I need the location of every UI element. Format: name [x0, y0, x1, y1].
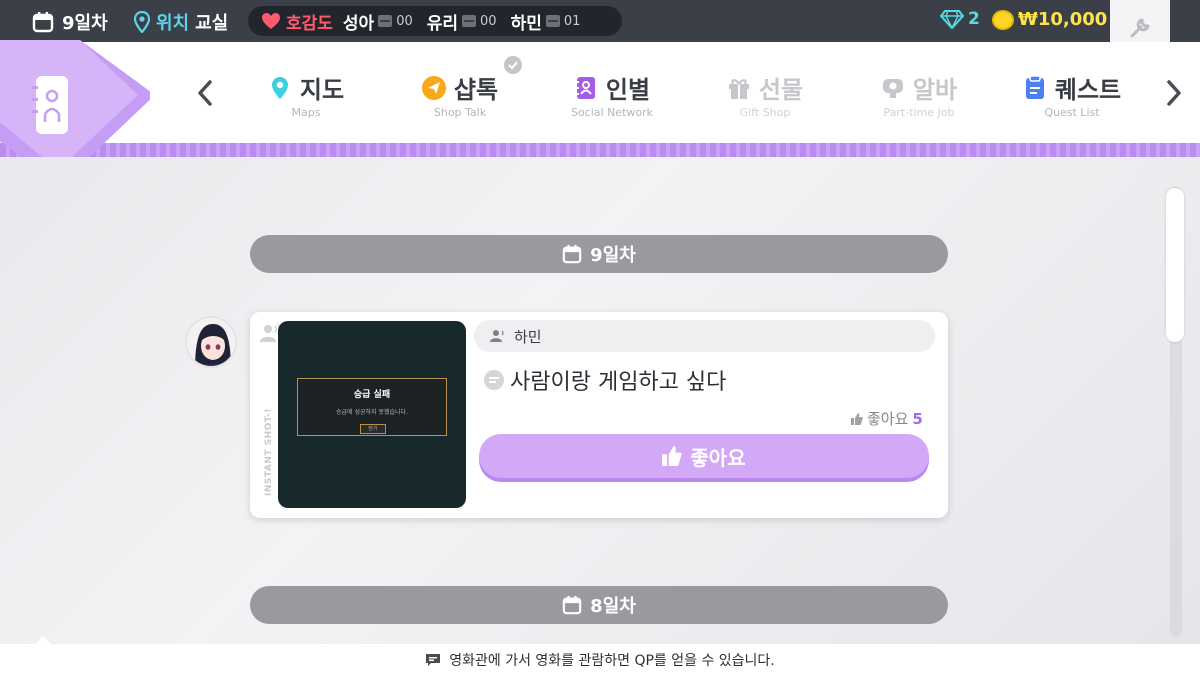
day-header-8: 8일차	[250, 586, 948, 624]
thumbs-up-icon	[851, 412, 863, 425]
post-message: 사람이랑 게임하고 싶다	[484, 364, 726, 396]
affinity-item-hamin: 하민 01	[510, 13, 581, 34]
gem-counter: 2	[940, 9, 980, 29]
chevron-right-icon	[1167, 80, 1181, 106]
affinity-chip-icon	[462, 15, 477, 27]
speech-bubble-icon	[484, 370, 504, 390]
message-icon	[426, 653, 441, 666]
screenshot-dialog: 승급 실패 승급에 성공하지 못했습니다. 닫기	[297, 378, 447, 436]
instant-shot-label: INSTANT SHOT-!	[264, 408, 274, 496]
nav-item-maps[interactable]: 지도 Maps	[236, 70, 376, 122]
phone-menu-emblem[interactable]	[0, 0, 150, 180]
nav-item-gift-shop[interactable]: 선물 Gift Shop	[695, 70, 835, 122]
tip-bar: 영화관에 가서 영화를 관람하면 QP를 얻을 수 있습니다.	[0, 644, 1200, 675]
affinity-item-yuri: 유리 00	[426, 13, 497, 34]
like-count: 좋아요 5	[851, 408, 923, 429]
nav-next-arrow[interactable]	[1162, 76, 1186, 110]
coin-icon	[992, 9, 1014, 30]
day-header-9: 9일차	[250, 235, 948, 273]
like-button[interactable]: 좋아요	[479, 434, 929, 478]
nav-prev-arrow[interactable]	[193, 76, 217, 110]
check-icon	[504, 56, 522, 74]
calendar-icon	[562, 595, 582, 615]
calendar-icon	[562, 244, 582, 264]
scrollbar-thumb[interactable]	[1166, 188, 1184, 342]
wrench-icon	[1130, 18, 1150, 38]
post-author: 하민	[474, 320, 935, 352]
nav-item-quest-list[interactable]: 퀘스트 Quest List	[1002, 70, 1142, 122]
heart-hands-icon	[262, 13, 280, 29]
social-notebook-icon	[574, 76, 595, 99]
gift-icon	[728, 78, 749, 99]
chevron-left-icon	[198, 80, 212, 106]
affinity-title: 호감도	[260, 9, 333, 34]
location-label: 위치	[156, 13, 190, 34]
map-pin-icon	[271, 76, 288, 99]
money-counter: ₩10,000	[992, 9, 1107, 30]
clipboard-icon	[1025, 75, 1044, 99]
affinity-panel: 호감도 성아 00 유리 00 하민 01	[248, 6, 622, 36]
speaker-person-icon	[490, 330, 504, 342]
affinity-chip-icon	[545, 15, 560, 27]
affinity-chip-icon	[378, 15, 393, 27]
paper-plane-icon	[421, 75, 446, 100]
nav-item-shop-talk[interactable]: 샵톡 Shop Talk	[390, 70, 530, 122]
affinity-item-seonga: 성아 00	[342, 13, 413, 34]
location-value: 교실	[195, 13, 229, 34]
nav-divider-stripe	[0, 143, 1200, 157]
top-status-bar: 9일차 위치 교실 호감도 성아 00 유리 00 하민 01 2 ₩10,00…	[0, 0, 1200, 56]
avatar[interactable]	[185, 316, 237, 368]
nav-item-part-time-job[interactable]: 알바 Part-time Job	[849, 70, 989, 122]
tip-text: 영화관에 가서 영화를 관람하면 QP를 얻을 수 있습니다.	[449, 652, 775, 669]
chat-headset-icon	[882, 78, 903, 98]
diamond-icon	[940, 10, 964, 29]
post-screenshot[interactable]: 승급 실패 승급에 성공하지 못했습니다. 닫기	[278, 321, 466, 508]
thumbs-up-icon	[662, 446, 683, 466]
nav-item-social-network[interactable]: 인별 Social Network	[542, 70, 682, 122]
